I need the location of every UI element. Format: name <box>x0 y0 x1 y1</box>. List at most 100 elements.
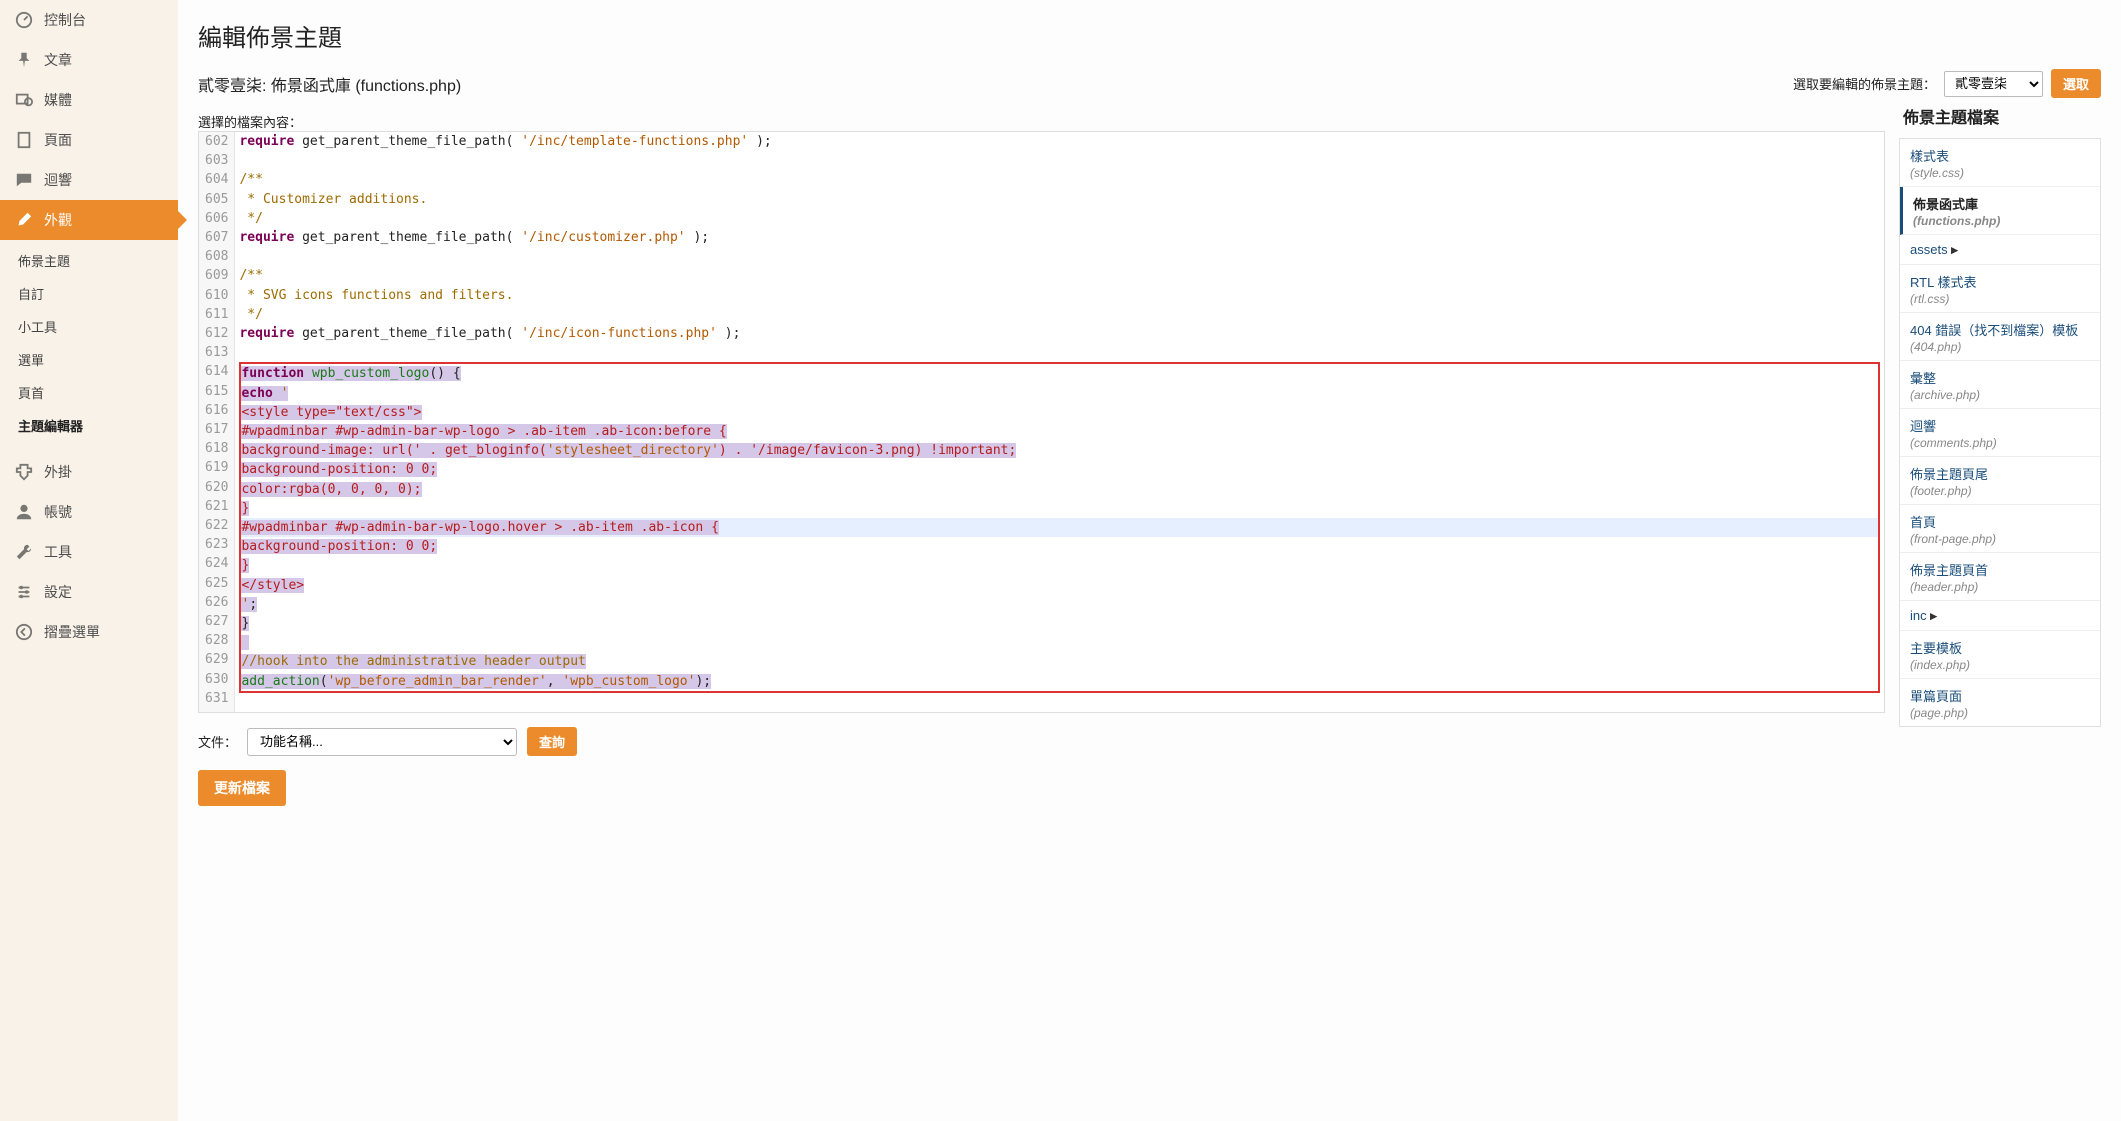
pin-icon <box>14 50 34 70</box>
code-line[interactable]: /** <box>239 170 1880 189</box>
code-line[interactable]: */ <box>239 209 1880 228</box>
code-line[interactable]: * SVG icons functions and filters. <box>239 286 1880 305</box>
file-item[interactable]: 佈景主題頁尾 (footer.php) <box>1900 457 2100 505</box>
file-item-filename: (header.php) <box>1910 580 2090 594</box>
code-line[interactable]: add_action('wp_before_admin_bar_render',… <box>239 672 1880 693</box>
submenu-item[interactable]: 自訂 <box>0 277 178 310</box>
code-line[interactable]: </style> <box>239 576 1880 595</box>
code-line[interactable]: /** <box>239 266 1880 285</box>
comment-icon <box>14 170 34 190</box>
code-line[interactable]: //hook into the administrative header ou… <box>239 652 1880 671</box>
code-line[interactable]: require get_parent_theme_file_path( '/in… <box>239 228 1880 247</box>
submenu-item[interactable]: 佈景主題 <box>0 244 178 277</box>
sidebar-item-user[interactable]: 帳號 <box>0 492 178 532</box>
code-line[interactable]: #wpadminbar #wp-admin-bar-wp-logo.hover … <box>239 518 1880 537</box>
line-number: 607 <box>205 228 228 247</box>
sidebar-item-wrench[interactable]: 工具 <box>0 532 178 572</box>
line-number: 631 <box>205 689 228 708</box>
code-editor[interactable]: 6026036046056066076086096106116126136146… <box>198 131 1885 713</box>
file-item-filename: (index.php) <box>1910 658 2090 672</box>
file-item-title: assets <box>1910 242 1948 257</box>
page-title: 編輯佈景主題 <box>198 18 2101 53</box>
sidebar-item-pin[interactable]: 文章 <box>0 40 178 80</box>
submenu-item[interactable]: 選單 <box>0 343 178 376</box>
file-item[interactable]: 樣式表(style.css) <box>1900 139 2100 187</box>
sidebar-item-settings[interactable]: 設定 <box>0 572 178 612</box>
code-line[interactable] <box>239 151 1880 170</box>
file-item-filename: (style.css) <box>1910 166 2090 180</box>
code-line[interactable] <box>239 693 1880 712</box>
line-number: 626 <box>205 593 228 612</box>
code-line[interactable]: background-image: url(' . get_bloginfo('… <box>239 441 1880 460</box>
query-button[interactable]: 查詢 <box>527 727 577 756</box>
theme-select[interactable]: 貳零壹柒 <box>1944 71 2043 97</box>
file-item[interactable]: 佈景函式庫(functions.php) <box>1900 187 2100 235</box>
file-item-filename: (comments.php) <box>1910 436 2090 450</box>
line-number: 604 <box>205 170 228 189</box>
function-select[interactable]: 功能名稱... <box>247 728 517 756</box>
admin-sidebar: 控制台文章媒體頁面迴響外觀佈景主題自訂小工具選單頁首主題編輯器外掛帳號工具設定摺… <box>0 0 178 1121</box>
code-line[interactable]: require get_parent_theme_file_path( '/in… <box>239 324 1880 343</box>
media-icon <box>14 90 34 110</box>
sidebar-item-comment[interactable]: 迴響 <box>0 160 178 200</box>
line-number: 623 <box>205 535 228 554</box>
code-line[interactable]: echo ' <box>239 384 1880 403</box>
sidebar-item-label: 媒體 <box>44 90 72 110</box>
code-line[interactable]: #wpadminbar #wp-admin-bar-wp-logo > .ab-… <box>239 422 1880 441</box>
sidebar-item-label: 帳號 <box>44 502 72 522</box>
file-item-filename: (functions.php) <box>1913 214 2090 228</box>
theme-select-label: 選取要編輯的佈景主題： <box>1793 74 1936 93</box>
sidebar-item-collapse[interactable]: 摺疊選單 <box>0 612 178 652</box>
file-item[interactable]: assets <box>1900 235 2100 265</box>
file-item-filename: (footer.php) <box>1910 484 2090 498</box>
sidebar-item-dashboard[interactable]: 控制台 <box>0 0 178 40</box>
dashboard-icon <box>14 10 34 30</box>
code-line[interactable] <box>239 343 1880 362</box>
brush-icon <box>14 210 34 230</box>
line-number: 605 <box>205 190 228 209</box>
file-item[interactable]: 主要模板(index.php) <box>1900 631 2100 679</box>
code-line[interactable]: background-position: 0 0; <box>239 537 1880 556</box>
file-item-title: 佈景主題頁尾 <box>1910 467 1988 482</box>
code-line[interactable] <box>239 633 1880 652</box>
submenu-item[interactable]: 主題編輯器 <box>0 409 178 442</box>
sidebar-item-media[interactable]: 媒體 <box>0 80 178 120</box>
line-number: 622 <box>205 516 228 535</box>
file-item[interactable]: 首頁(front-page.php) <box>1900 505 2100 553</box>
code-line[interactable]: } <box>239 499 1880 518</box>
line-number: 625 <box>205 574 228 593</box>
file-item[interactable]: 單篇頁面 (page.php) <box>1900 679 2100 726</box>
file-item[interactable]: 404 錯誤（找不到檔案）模板(404.php) <box>1900 313 2100 361</box>
select-theme-button[interactable]: 選取 <box>2051 69 2101 98</box>
code-line[interactable]: } <box>239 614 1880 633</box>
code-line[interactable]: * Customizer additions. <box>239 190 1880 209</box>
line-number: 602 <box>205 132 228 151</box>
file-item-filename: (page.php) <box>1910 706 2090 720</box>
line-number: 630 <box>205 670 228 689</box>
code-line[interactable]: } <box>239 556 1880 575</box>
file-item[interactable]: 迴響(comments.php) <box>1900 409 2100 457</box>
sidebar-item-page[interactable]: 頁面 <box>0 120 178 160</box>
file-item[interactable]: 彙整(archive.php) <box>1900 361 2100 409</box>
file-item-filename: (404.php) <box>1910 340 2090 354</box>
line-number: 613 <box>205 343 228 362</box>
code-line[interactable]: */ <box>239 305 1880 324</box>
code-line[interactable]: background-position: 0 0; <box>239 460 1880 479</box>
submenu-item[interactable]: 頁首 <box>0 376 178 409</box>
wrench-icon <box>14 542 34 562</box>
code-line[interactable]: <style type="text/css"> <box>239 403 1880 422</box>
update-file-button[interactable]: 更新檔案 <box>198 770 286 806</box>
file-item[interactable]: 佈景主題頁首(header.php) <box>1900 553 2100 601</box>
code-line[interactable] <box>239 247 1880 266</box>
file-item[interactable]: inc <box>1900 601 2100 631</box>
file-item[interactable]: RTL 樣式表(rtl.css) <box>1900 265 2100 313</box>
sidebar-item-plugin[interactable]: 外掛 <box>0 452 178 492</box>
submenu-item[interactable]: 小工具 <box>0 310 178 343</box>
code-line[interactable]: '; <box>239 595 1880 614</box>
code-line[interactable]: function wpb_custom_logo() { <box>239 362 1880 383</box>
code-line[interactable]: color:rgba(0, 0, 0, 0); <box>239 480 1880 499</box>
file-item-title: 單篇頁面 <box>1910 689 1962 704</box>
sidebar-item-label: 摺疊選單 <box>44 622 100 642</box>
sidebar-item-brush[interactable]: 外觀 <box>0 200 178 240</box>
code-line[interactable]: require get_parent_theme_file_path( '/in… <box>239 132 1880 151</box>
